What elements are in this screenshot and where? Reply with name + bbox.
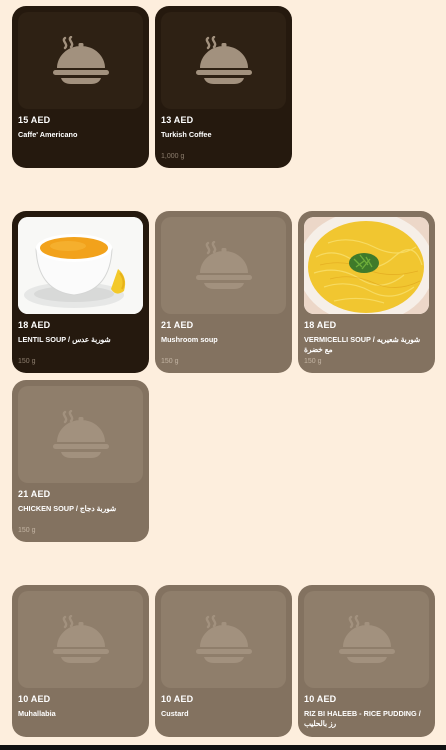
item-name: Muhallabia [18, 709, 56, 718]
item-name: Caffe' Americano [18, 130, 78, 139]
placeholder-dish-icon [52, 409, 109, 458]
item-image [18, 12, 143, 109]
placeholder-dish-icon [195, 614, 252, 663]
placeholder-dish-icon [338, 614, 395, 663]
item-weight: 150 g [304, 358, 322, 365]
item-image [18, 217, 143, 314]
vermicelli-soup-photo [304, 217, 429, 314]
item-name: Mushroom soup [161, 335, 218, 344]
item-name: CHICKEN SOUP / شوربة دجاج [18, 504, 116, 513]
item-image [161, 12, 286, 109]
item-name: Custard [161, 709, 189, 718]
item-price: 21 AED [161, 320, 194, 330]
item-name: VERMICELLI SOUP / شوربة شعيريه مع خضرة [304, 335, 421, 354]
item-price: 15 AED [18, 115, 51, 125]
item-price: 18 AED [304, 320, 337, 330]
item-image [18, 591, 143, 688]
item-price: 10 AED [18, 694, 51, 704]
placeholder-dish-icon [52, 35, 109, 84]
item-price: 21 AED [18, 489, 51, 499]
menu-item-card[interactable]: 18 AED VERMICELLI SOUP / شوربة شعيريه مع… [298, 211, 435, 373]
item-name: Turkish Coffee [161, 130, 212, 139]
lentil-soup-photo [18, 217, 143, 314]
item-weight: 150 g [18, 527, 36, 534]
menu-item-card[interactable]: 15 AED Caffe' Americano [12, 6, 149, 168]
item-image [161, 217, 286, 314]
bottom-edge-bar [0, 745, 446, 750]
placeholder-dish-icon [52, 614, 109, 663]
item-image [161, 591, 286, 688]
menu-item-card[interactable]: 10 AED Custard [155, 585, 292, 737]
menu-item-card[interactable]: 21 AED CHICKEN SOUP / شوربة دجاج 150 g [12, 380, 149, 542]
menu-item-card[interactable]: 10 AED RIZ BI HALEEB - RICE PUDDING / رز… [298, 585, 435, 737]
item-price: 18 AED [18, 320, 51, 330]
item-weight: 1,000 g [161, 153, 185, 160]
item-name: LENTIL SOUP / شوربة عدس [18, 335, 111, 344]
menu-item-card[interactable]: 18 AED LENTIL SOUP / شوربة عدس 150 g [12, 211, 149, 373]
item-name: RIZ BI HALEEB - RICE PUDDING / رز بالحلي… [304, 709, 421, 728]
item-price: 10 AED [161, 694, 194, 704]
item-weight: 150 g [161, 358, 179, 365]
item-weight: 150 g [18, 358, 36, 365]
placeholder-dish-icon [195, 240, 252, 289]
menu-item-card[interactable]: 10 AED Muhallabia [12, 585, 149, 737]
placeholder-dish-icon [195, 35, 252, 84]
item-price: 10 AED [304, 694, 337, 704]
item-price: 13 AED [161, 115, 194, 125]
item-image [18, 386, 143, 483]
menu-item-card[interactable]: 13 AED Turkish Coffee 1,000 g [155, 6, 292, 168]
item-image [304, 591, 429, 688]
menu-item-card[interactable]: 21 AED Mushroom soup 150 g [155, 211, 292, 373]
item-image [304, 217, 429, 314]
